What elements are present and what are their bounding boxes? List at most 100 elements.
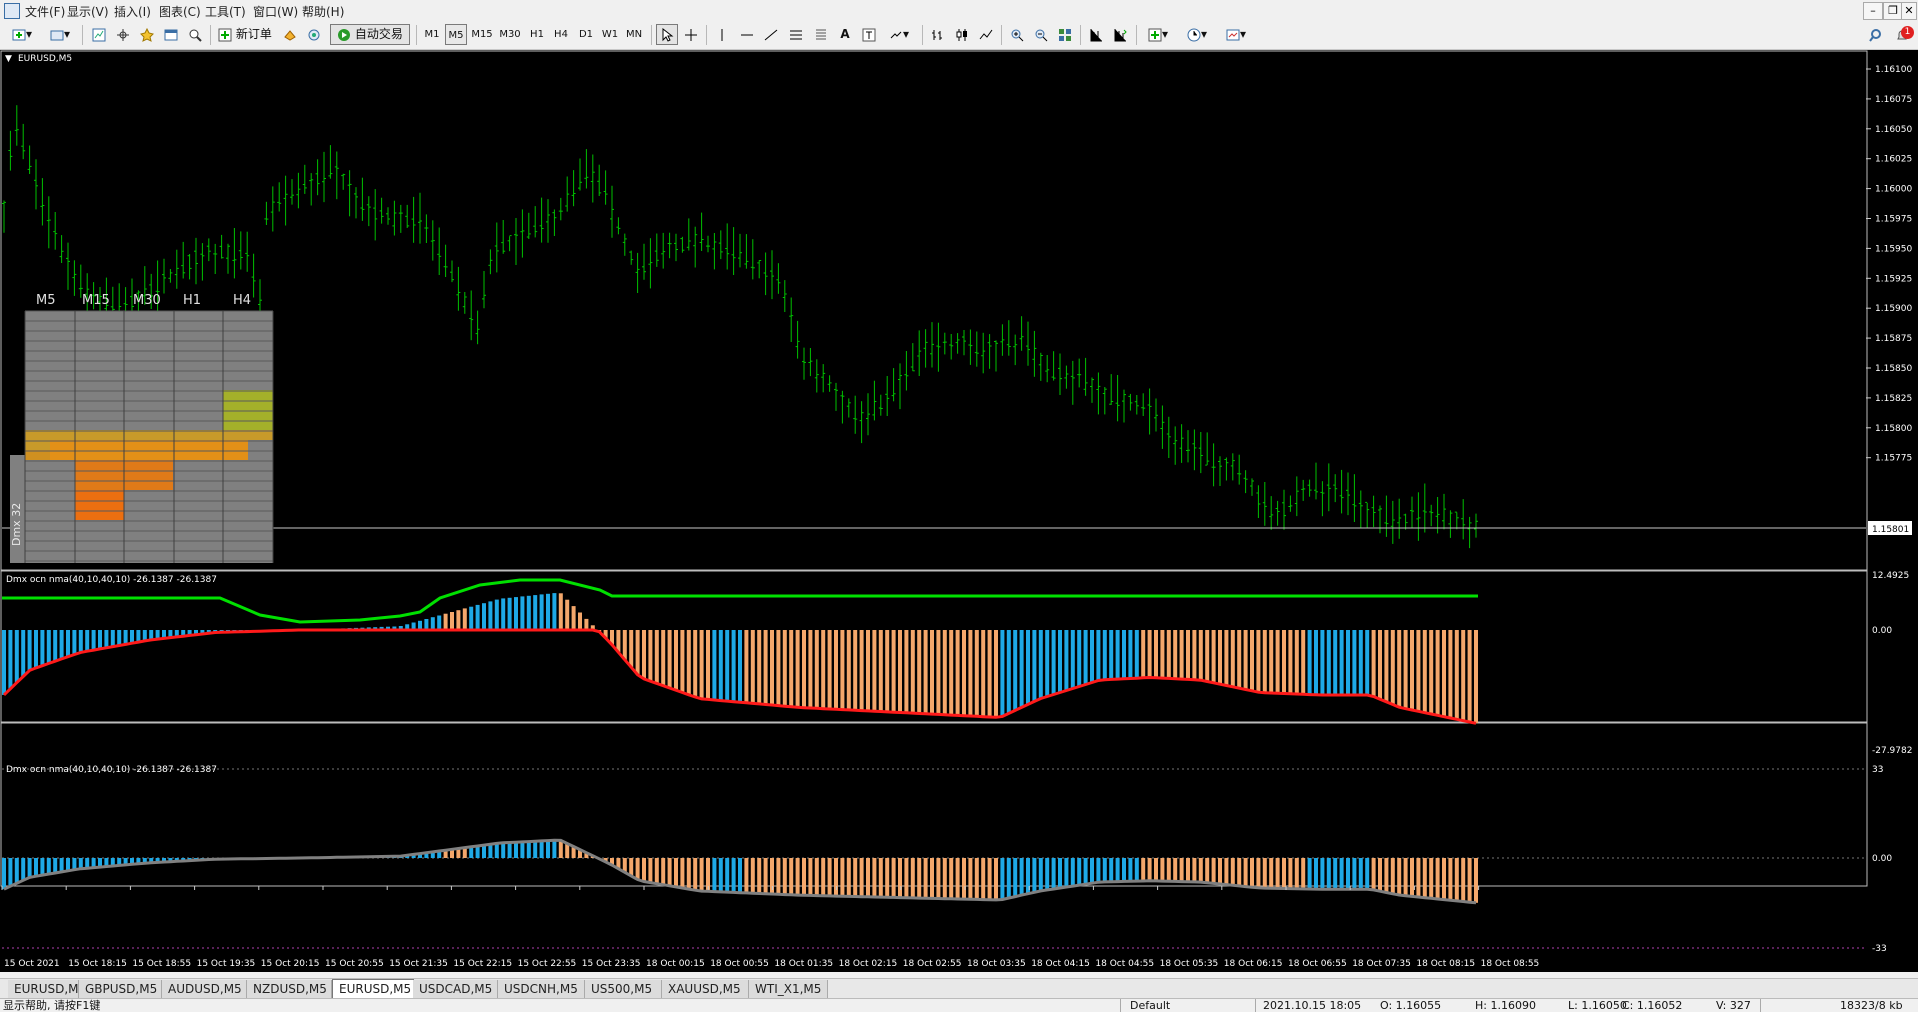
zoom-out-icon[interactable] [1030,24,1052,45]
minimize-icon[interactable]: – [1863,2,1883,20]
timeframe-m5[interactable]: M5 [445,24,467,45]
indicator2-bar [1173,858,1178,882]
autoscroll-icon[interactable] [1109,24,1131,45]
indicator1-bar [1051,630,1056,695]
text-label-icon[interactable] [858,24,880,45]
timeframe-m30[interactable]: M30 [496,24,524,45]
menu-help[interactable]: 帮助(H) [302,3,344,20]
chart-tab-usdcnh-m5[interactable]: USDCNH,M5 [498,980,585,998]
timeframe-w1[interactable]: W1 [599,24,621,45]
menu-window[interactable]: 窗口(W) [253,3,298,20]
chart-canvas[interactable]: 1.16100 1.16075 1.16050 1.16025 1.16000 1.159… [0,50,1918,972]
indicator2-bar [648,858,653,883]
cursor-icon[interactable] [656,24,678,45]
indicator2-bar [814,858,819,896]
search-icon[interactable] [1864,24,1886,45]
indicator1-bar [904,630,909,713]
chart-shift-icon[interactable] [1085,24,1107,45]
time-tick-label: 15 Oct 2021 [4,959,60,969]
indicator2-bar [795,858,800,896]
arrows-icon[interactable]: ▾ [882,24,916,45]
menu-tools[interactable]: 工具(T) [205,3,246,20]
data-window-icon[interactable] [112,24,134,45]
indicator1-bar [21,630,26,677]
close-icon[interactable]: ✕ [1901,2,1917,20]
indicator1-bar [494,599,499,630]
indicator1-bar [565,599,570,630]
indicator1-bar [1282,630,1286,694]
menu-insert[interactable]: 插入(I) [114,3,151,20]
fibonacci-icon[interactable] [810,24,832,45]
timeframe-m1[interactable]: M1 [421,24,443,45]
indicator1-bar [1442,630,1446,717]
indicator1-bar [923,630,928,714]
timeframe-grid-panel [10,310,274,563]
auto-trading-button[interactable]: 自动交易 [330,24,410,45]
price-tick-label: 1.15900 [1875,304,1912,314]
chart-tab-audusd-m5[interactable]: AUDUSD,M5 [162,980,247,998]
chart-tab-xauusd-m5[interactable]: XAUUSD,M5 [662,980,749,998]
chart-tab-eurusd-m5[interactable]: EURUSD,M5 [332,979,414,999]
chart-tab-us500-m5[interactable]: US500,M5 [585,980,662,998]
horizontal-line-icon[interactable] [736,24,758,45]
indicator2-bar [718,858,723,892]
indicator1-bar [85,630,90,652]
indicator2-bar [891,858,896,898]
indicator1-bar [72,630,77,655]
vertical-line-icon[interactable] [711,24,733,45]
new-order-button[interactable]: 新订单 [215,24,275,45]
indicator2-bar [27,858,32,878]
market-watch-icon[interactable] [88,24,110,45]
strategy-tester-icon[interactable] [184,24,206,45]
tile-windows-icon[interactable] [1054,24,1076,45]
zoom-in-icon[interactable] [1006,24,1028,45]
indicators-icon[interactable]: ▾ [1141,24,1175,45]
chart-tab-eurusd-m5[interactable]: EURUSD,M5 [8,980,86,998]
timeframe-h1[interactable]: H1 [526,24,548,45]
profiles-button[interactable]: ▾ [44,24,76,45]
chart-collapse-icon[interactable]: ▼ [5,54,12,64]
menu-file[interactable]: 文件(F) [25,3,65,20]
new-chart-button[interactable]: ▾ [6,24,38,45]
timeframe-m15[interactable]: M15 [468,24,496,45]
indicator2-bar [712,858,717,892]
timeframe-h4[interactable]: H4 [550,24,572,45]
chart-tab-wti-x1-m5[interactable]: WTI_X1,M5 [749,980,828,998]
chart-tab-gbpusd-m5[interactable]: GBPUSD,M5 [79,980,162,998]
menu-view[interactable]: 显示(V) [67,3,109,20]
indicator1-bar [1371,630,1376,697]
bar-chart-icon[interactable] [927,24,949,45]
templates-icon[interactable]: ▾ [1219,24,1253,45]
indicator1-bar [1013,630,1018,711]
indicator2-bar [1384,858,1389,893]
indicator1-bar [1333,630,1338,695]
restore-icon[interactable]: ❐ [1883,2,1903,20]
terminal-icon[interactable] [160,24,182,45]
line-chart-icon[interactable] [975,24,997,45]
metaeditor-icon[interactable] [279,24,301,45]
indicator1-bar [1378,630,1382,700]
chart-tab-usdcad-m5[interactable]: USDCAD,M5 [413,980,498,998]
indicator1-bar [718,630,723,701]
indicator2-bar [1211,858,1216,884]
indicator2-bar [1467,858,1472,903]
crosshair-icon[interactable] [680,24,702,45]
chart-tab-nzdusd-m5[interactable]: NZDUSD,M5 [247,980,332,998]
indicator2-bar [1365,858,1370,890]
indicator1-bar [840,630,845,710]
trendline-icon[interactable] [760,24,782,45]
chart-window[interactable]: 1.16100 1.16075 1.16050 1.16025 1.16000 1.159… [0,50,1918,972]
indicator2-bar [1275,858,1280,889]
candlestick-icon[interactable] [951,24,973,45]
navigator-icon[interactable] [136,24,158,45]
notifications-icon[interactable]: 1 [1888,24,1916,45]
signals-icon[interactable] [303,24,325,45]
timeframe-d1[interactable]: D1 [575,24,597,45]
channel-icon[interactable] [785,24,807,45]
periods-icon[interactable]: ▾ [1180,24,1214,45]
text-tool-icon[interactable]: A [834,24,856,45]
timeframe-mn[interactable]: MN [622,24,646,45]
indicator1-bar [450,612,454,630]
grid-header-m30: M30 [133,293,161,308]
menu-charts[interactable]: 图表(C) [159,3,201,20]
